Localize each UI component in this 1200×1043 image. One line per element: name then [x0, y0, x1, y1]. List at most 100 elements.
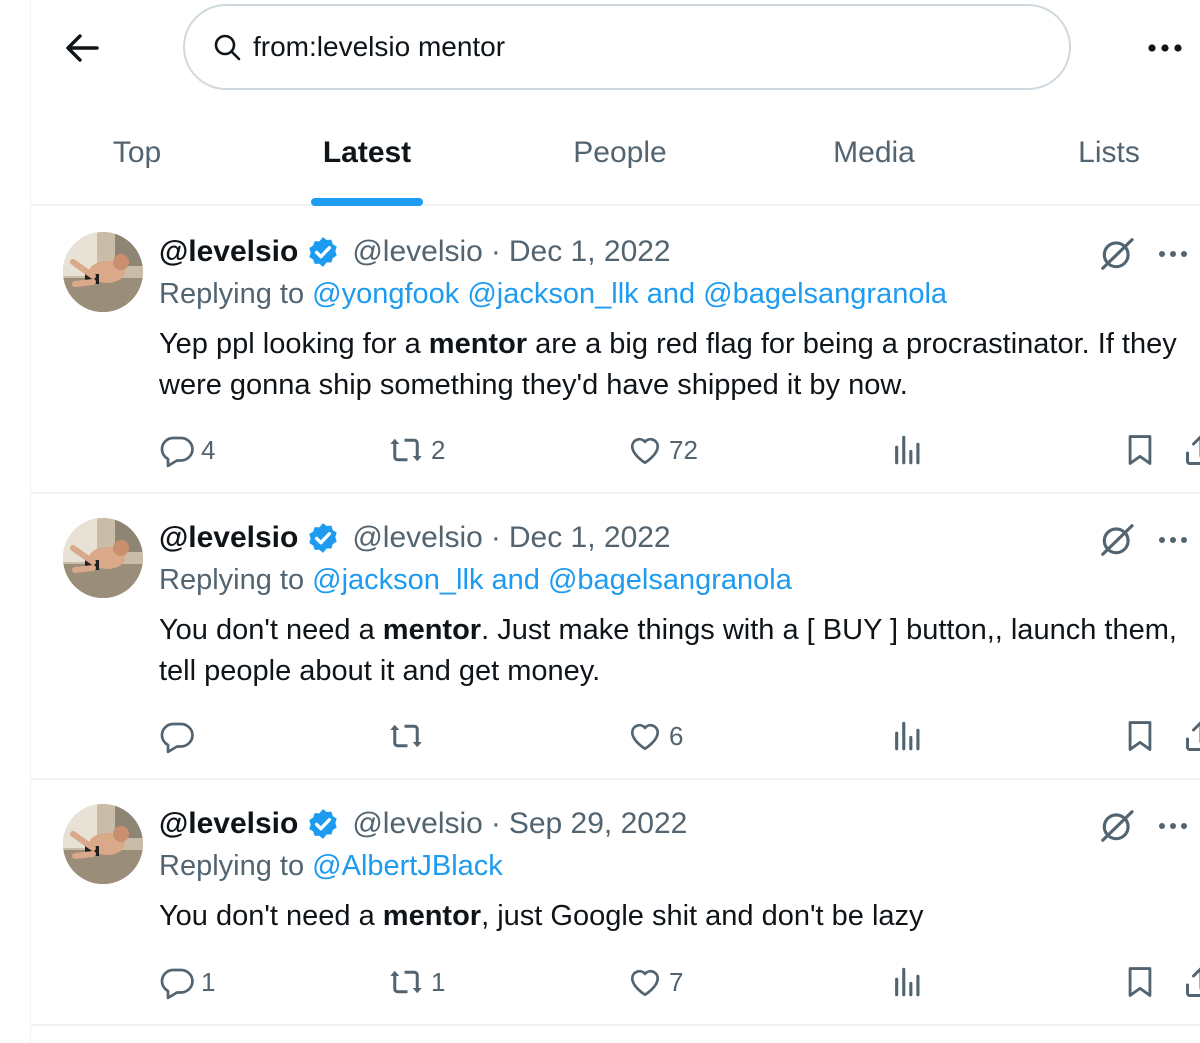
tab-label: People — [573, 136, 667, 169]
views-chart-icon — [895, 967, 920, 997]
tweet[interactable]: @levelsio @levelsio · Sep 29, 2022 Replying … — [31, 780, 1200, 1026]
views-button[interactable] — [891, 430, 925, 470]
tweet-header: @levelsio @levelsio · Dec 1, 2022 — [159, 518, 671, 558]
bookmark-icon — [1128, 967, 1152, 997]
back-arrow-icon — [66, 34, 99, 62]
reply-button[interactable]: 4 — [159, 430, 215, 470]
share-icon — [1186, 435, 1200, 465]
tweet[interactable]: @levelsio @levelsio · Dec 1, 2022 Replying t… — [31, 494, 1200, 780]
user-handle[interactable]: @levelsio — [352, 521, 483, 555]
search-icon — [213, 32, 243, 62]
like-button[interactable]: 7 — [627, 962, 683, 1002]
heart-icon — [630, 723, 660, 751]
tweet-more-button[interactable] — [1151, 810, 1195, 842]
reply-icon — [160, 722, 194, 754]
views-button[interactable] — [891, 962, 925, 1002]
reply-to-mention[interactable]: @bagelsangranola — [703, 278, 947, 310]
search-term-highlight: mentor — [382, 900, 482, 932]
tweet-actions: 4 2 72 — [151, 430, 1200, 470]
grok-icon — [1101, 524, 1134, 556]
tab-latest[interactable]: Latest — [303, 110, 431, 206]
display-name[interactable]: @levelsio — [159, 521, 298, 555]
user-handle[interactable]: @levelsio — [352, 807, 483, 841]
bookmark-button[interactable] — [1123, 430, 1157, 470]
views-button[interactable] — [891, 716, 925, 756]
tweet-text-before: You don't need a — [159, 614, 383, 646]
heart-icon — [630, 969, 660, 997]
reply-to-mention[interactable]: @jackson_llk — [312, 564, 483, 596]
tweet-date[interactable]: Dec 1, 2022 — [509, 521, 671, 555]
tab-label: Media — [833, 136, 915, 169]
search-tabs: Top Latest People Media Lists — [31, 110, 1200, 206]
tweet-text: You don't need a mentor. Just make thing… — [159, 610, 1189, 692]
tweet-text-before: Yep ppl looking for a — [159, 328, 429, 360]
bookmark-icon — [1128, 435, 1152, 465]
back-button[interactable] — [62, 28, 102, 68]
grok-button[interactable] — [1097, 234, 1137, 274]
search-term-highlight: mentor — [428, 328, 528, 360]
retweet-icon — [390, 438, 422, 462]
reply-count: 4 — [201, 434, 216, 465]
tweet-actions: 1 1 7 — [151, 962, 1200, 1002]
share-button[interactable] — [1183, 430, 1200, 470]
tweet-actions: 6 — [151, 716, 1200, 756]
user-handle[interactable]: @levelsio — [352, 235, 483, 269]
reply-to-joiner: and — [646, 278, 696, 310]
reply-to-mention[interactable]: @bagelsangranola — [548, 564, 792, 596]
tweet-date[interactable]: Sep 29, 2022 — [509, 807, 688, 841]
avatar[interactable] — [63, 232, 143, 312]
like-button[interactable]: 72 — [627, 430, 698, 470]
reply-to-mention[interactable]: @AlbertJBlack — [312, 850, 503, 882]
like-button[interactable]: 6 — [627, 716, 683, 756]
reply-icon — [160, 436, 194, 468]
tweet-more-button[interactable] — [1151, 238, 1195, 270]
tweet-date[interactable]: Dec 1, 2022 — [509, 235, 671, 269]
tweet-header: @levelsio @levelsio · Sep 29, 2022 — [159, 804, 687, 844]
reply-to-mention[interactable]: @yongfook — [312, 278, 459, 310]
share-button[interactable] — [1183, 962, 1200, 1002]
search-bar[interactable] — [183, 4, 1071, 90]
separator-dot: · — [490, 807, 501, 840]
tab-top[interactable]: Top — [75, 110, 199, 206]
tweet-more-button[interactable] — [1151, 524, 1195, 556]
tab-lists[interactable]: Lists — [1061, 110, 1157, 206]
replying-to-label: Replying to — [159, 564, 305, 596]
tab-media[interactable]: Media — [813, 110, 935, 206]
search-input[interactable] — [253, 31, 1013, 63]
tab-label: Latest — [322, 136, 412, 169]
replying-to-label: Replying to — [159, 278, 305, 310]
bookmark-button[interactable] — [1123, 962, 1157, 1002]
tweet-text: You don't need a mentor, just Google shi… — [159, 896, 1189, 937]
search-term-highlight: mentor — [382, 614, 482, 646]
grok-icon — [1101, 238, 1134, 270]
display-name[interactable]: @levelsio — [159, 235, 298, 269]
retweet-icon — [390, 724, 422, 748]
heart-icon — [630, 437, 660, 465]
reply-to-mention[interactable]: @jackson_llk — [467, 278, 638, 310]
avatar[interactable] — [63, 518, 143, 598]
bookmark-button[interactable] — [1123, 716, 1157, 756]
share-icon — [1186, 721, 1200, 751]
retweet-button[interactable]: 1 — [387, 962, 445, 1002]
separator-dot: · — [490, 521, 501, 554]
replying-to: Replying to @jackson_llk and @bagelsangr… — [159, 564, 792, 597]
avatar[interactable] — [63, 804, 143, 884]
share-icon — [1186, 967, 1200, 997]
reply-button[interactable]: 1 — [159, 962, 215, 1002]
retweet-count: 1 — [431, 966, 446, 997]
reply-button[interactable] — [159, 716, 201, 756]
replying-to-label: Replying to — [159, 850, 305, 882]
grok-button[interactable] — [1097, 806, 1137, 846]
tab-label: Lists — [1078, 136, 1140, 169]
grok-button[interactable] — [1097, 520, 1137, 560]
tweet-text-after: , just Google shit and don't be lazy — [481, 900, 924, 932]
retweet-button[interactable] — [387, 716, 431, 756]
tab-people[interactable]: People — [553, 110, 687, 206]
tweet[interactable]: @levelsio @levelsio · Dec 1, 2022 Replying t… — [31, 208, 1200, 494]
separator-dot: · — [490, 235, 501, 268]
retweet-button[interactable]: 2 — [387, 430, 445, 470]
share-button[interactable] — [1183, 716, 1200, 756]
more-options-button[interactable] — [1140, 30, 1190, 66]
active-tab-indicator — [311, 198, 423, 206]
display-name[interactable]: @levelsio — [159, 807, 298, 841]
